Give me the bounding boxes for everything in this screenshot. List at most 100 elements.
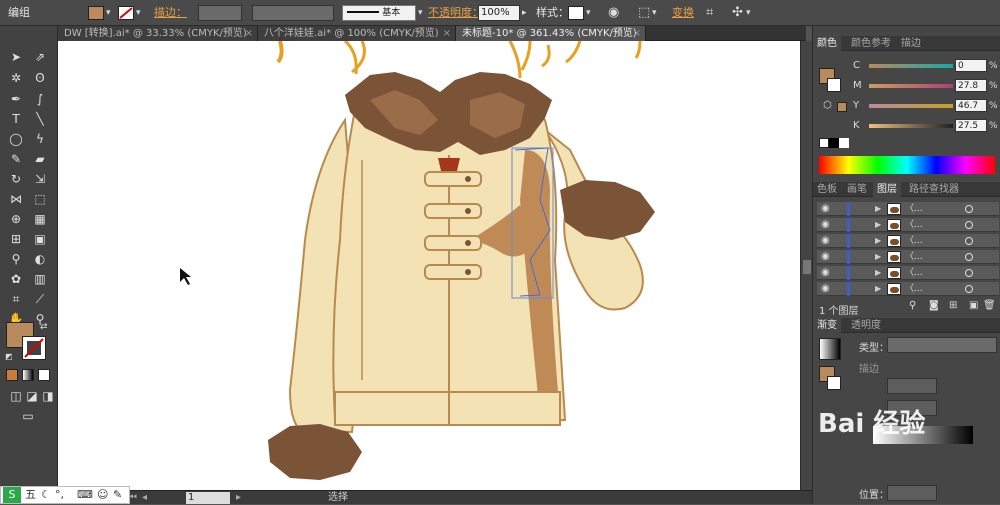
chevron-down-icon[interactable]: ▾ xyxy=(106,0,111,26)
isolate-icon[interactable]: ⌗ xyxy=(706,0,713,26)
tab-document-1[interactable]: DW [转换].ai* @ 33.33% (CMYK/预览) × xyxy=(58,26,258,41)
artboard-number-input[interactable]: 1 xyxy=(186,492,230,504)
opacity-input[interactable]: 100% xyxy=(478,5,520,21)
target-icon[interactable] xyxy=(965,285,973,293)
channel-slider[interactable] xyxy=(869,104,953,108)
gradient-mode-icon[interactable] xyxy=(22,369,34,381)
expand-triangle-icon[interactable]: ▶ xyxy=(875,282,881,296)
layer-row[interactable]: ◉ ▶ 〈... xyxy=(817,218,999,232)
recolor-icon[interactable]: ◉ xyxy=(608,0,619,26)
user-icon[interactable]: ☺ xyxy=(97,487,108,503)
eye-icon[interactable]: ◉ xyxy=(821,266,830,280)
punctuation-icon[interactable]: °, xyxy=(55,487,64,503)
tab-transparency[interactable]: 透明度 xyxy=(847,318,885,333)
expand-triangle-icon[interactable]: ▶ xyxy=(875,202,881,216)
layer-row[interactable]: ◉ ▶ 〈... xyxy=(817,250,999,264)
expand-triangle-icon[interactable]: ▶ xyxy=(875,266,881,280)
tab-document-3[interactable]: 未标题-10* @ 361.43% (CMYK/预览) × xyxy=(456,26,646,41)
style-swatch[interactable] xyxy=(568,6,584,20)
chevron-down-icon[interactable]: ▾ xyxy=(418,0,423,26)
ime-mode-label[interactable]: 五 xyxy=(25,487,36,503)
gradient-angle-input[interactable] xyxy=(887,378,937,394)
close-icon[interactable]: × xyxy=(443,26,451,41)
tab-pathfinder[interactable]: 路径查找器 xyxy=(905,182,963,197)
default-colors-icon[interactable]: ◩ xyxy=(5,352,13,361)
graph-tool-icon[interactable]: ▥ xyxy=(30,270,50,288)
quick-swatches[interactable] xyxy=(819,138,859,148)
arrange-icon[interactable]: ✣ xyxy=(732,0,743,26)
width-tool-icon[interactable]: ⋈ xyxy=(6,190,26,208)
curvature-tool-icon[interactable]: ∫ xyxy=(30,90,50,108)
moon-icon[interactable]: ☾ xyxy=(41,487,51,503)
chevron-down-icon[interactable]: ▾ xyxy=(746,0,751,26)
tab-stroke[interactable]: 描边 xyxy=(897,36,925,51)
align-icon[interactable]: ⬚ xyxy=(638,0,650,26)
eye-icon[interactable]: ◉ xyxy=(821,218,830,232)
ellipse-tool-icon[interactable]: ◯ xyxy=(6,130,26,148)
rotate-tool-icon[interactable]: ↻ xyxy=(6,170,26,188)
swap-colors-icon[interactable]: ⇄ xyxy=(40,322,48,332)
next-artboard-icon[interactable]: ▸ xyxy=(236,491,241,505)
lasso-tool-icon[interactable]: ʘ xyxy=(30,69,50,87)
prev-artboard-icon[interactable]: ◂ xyxy=(142,491,147,505)
make-clipping-mask-icon[interactable]: ◙ xyxy=(929,300,939,311)
delete-layer-icon[interactable]: 🗑 xyxy=(983,300,996,311)
fill-swatch[interactable] xyxy=(88,6,104,20)
vertical-scrollbar[interactable] xyxy=(800,41,812,490)
tab-color-guide[interactable]: 颜色参考 xyxy=(847,36,895,51)
settings-icon[interactable]: ✎ xyxy=(113,487,122,503)
target-icon[interactable] xyxy=(965,253,973,261)
ime-logo-icon[interactable]: S xyxy=(3,487,21,503)
line-tool-icon[interactable]: ╲ xyxy=(30,110,50,128)
direct-selection-tool-icon[interactable]: ⇗ xyxy=(30,48,50,66)
locate-object-icon[interactable]: ⚲ xyxy=(909,300,916,311)
channel-slider[interactable] xyxy=(869,124,953,128)
channel-slider[interactable] xyxy=(869,84,953,88)
paintbrush-tool-icon[interactable]: ϟ xyxy=(30,130,50,148)
color-channel-y[interactable]: Y 46.7 % xyxy=(853,99,998,113)
keyboard-icon[interactable]: ⌨ xyxy=(77,487,93,503)
chevron-down-icon[interactable]: ▾ xyxy=(136,0,141,26)
stroke-swatch[interactable] xyxy=(118,6,134,20)
black-swatch[interactable] xyxy=(829,138,839,148)
color-channel-m[interactable]: M 27.8 % xyxy=(853,79,998,93)
out-of-gamut-swatch[interactable] xyxy=(837,102,847,112)
eye-icon[interactable]: ◉ xyxy=(821,250,830,264)
chevron-right-icon[interactable]: ▸ xyxy=(522,0,527,26)
tab-color[interactable]: 颜色 xyxy=(813,36,841,51)
chevron-down-icon[interactable]: ▾ xyxy=(586,0,591,26)
new-layer-icon[interactable]: ▣ xyxy=(969,300,978,311)
target-icon[interactable] xyxy=(965,237,973,245)
magic-wand-tool-icon[interactable]: ✲ xyxy=(6,69,26,87)
tab-brushes[interactable]: 画笔 xyxy=(843,182,871,197)
artboard-tool-icon[interactable]: ⌗ xyxy=(6,290,26,308)
chevron-down-icon[interactable]: ▾ xyxy=(652,0,657,26)
gradient-position-input[interactable] xyxy=(887,485,937,501)
vertical-scrollbar-thumb[interactable] xyxy=(803,260,811,274)
expand-triangle-icon[interactable]: ▶ xyxy=(875,218,881,232)
close-icon[interactable]: × xyxy=(245,26,253,41)
stroke-color-box[interactable] xyxy=(22,336,46,360)
channel-slider[interactable] xyxy=(869,64,953,68)
gradient-tool-icon[interactable]: ▣ xyxy=(30,230,50,248)
tab-document-2[interactable]: 八个洋娃娃.ai* @ 100% (CMYK/预览) × xyxy=(258,26,456,41)
layer-row[interactable]: ◉ ▶ 〈... xyxy=(817,266,999,280)
eye-icon[interactable]: ◉ xyxy=(821,282,830,296)
expand-triangle-icon[interactable]: ▶ xyxy=(875,234,881,248)
color-spectrum[interactable] xyxy=(819,156,995,174)
tab-gradient[interactable]: 渐变 xyxy=(813,318,841,333)
channel-value[interactable]: 27.5 xyxy=(955,119,987,132)
perspective-grid-tool-icon[interactable]: ▦ xyxy=(30,210,50,228)
color-mode-icon[interactable] xyxy=(6,369,18,381)
draw-inside-icon[interactable]: ◨ xyxy=(38,387,58,405)
stroke-weight-dropdown[interactable] xyxy=(198,5,242,21)
layer-row[interactable]: ◉ ▶ 〈... xyxy=(817,234,999,248)
gradient-type-dropdown[interactable] xyxy=(887,337,997,353)
tab-swatches[interactable]: 色板 xyxy=(813,182,841,197)
none-swatch[interactable] xyxy=(819,138,829,148)
blend-tool-icon[interactable]: ◐ xyxy=(30,250,50,268)
channel-value[interactable]: 27.8 xyxy=(955,79,987,92)
pencil-tool-icon[interactable]: ✎ xyxy=(6,150,26,168)
close-icon[interactable]: × xyxy=(633,26,641,41)
color-channel-c[interactable]: C 0 % xyxy=(853,59,998,73)
